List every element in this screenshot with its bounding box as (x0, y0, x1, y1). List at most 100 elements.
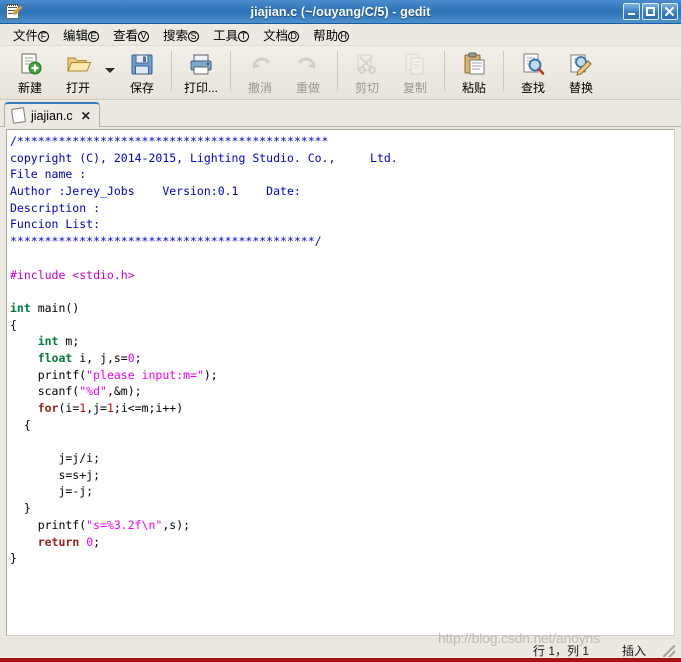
redo-arrow-icon (295, 51, 321, 77)
toolbar-button-label: 打开 (65, 81, 90, 95)
code-line: copyright (C), 2014-2015, Lighting Studi… (10, 150, 674, 167)
toolbar-separator (503, 51, 504, 91)
menu-item-7[interactable]: 帮助 H (306, 23, 356, 46)
code-token: printf( (10, 367, 87, 382)
code-line: int m; (10, 333, 674, 350)
menu-item-5[interactable]: 工具 T (206, 23, 256, 46)
source-code[interactable]: /***************************************… (7, 130, 674, 567)
code-line: float i, j,s=0; (10, 350, 674, 367)
window-controls (623, 3, 678, 20)
new-document-button[interactable]: 新建 (6, 49, 54, 97)
code-token: ****************************************… (10, 234, 322, 249)
toolbar-button-label: 打印... (183, 81, 218, 95)
menu-bar: 文件 F 编辑 E 查看 V 搜索 S 工具 T 文档 D 帮助 H (0, 24, 681, 46)
code-line: } (10, 550, 674, 567)
redo-arrow-button: 重做 (284, 49, 332, 97)
new-document-icon (17, 51, 43, 77)
tab-bar: jiajian.c ✕ (0, 100, 681, 127)
copy-icon (402, 51, 428, 77)
chevron-down-icon[interactable] (102, 49, 118, 97)
menu-item-4[interactable]: 搜索 S (156, 23, 206, 46)
menu-item-label: 搜索 (163, 29, 189, 43)
code-token: Author :Jerey_Jobs Version:0.1 Date: (10, 184, 301, 199)
file-document-icon (11, 107, 26, 124)
tab-jiajian-c[interactable]: jiajian.c ✕ (4, 102, 100, 127)
toolbar-separator (337, 51, 338, 91)
menu-item-label: 查看 (113, 29, 139, 43)
menu-item-label: 文档 (263, 29, 289, 43)
menu-accelerator: T (238, 31, 250, 42)
menu-accelerator: S (188, 31, 200, 42)
menu-item-label: 编辑 (63, 29, 89, 43)
toolbar-button-label: 查找 (520, 81, 545, 95)
cursor-position: 行 1，列 1 (532, 644, 590, 658)
code-token: printf( (10, 517, 87, 532)
menu-accelerator: D (288, 31, 300, 42)
code-token: int (10, 300, 31, 315)
toolbar-separator (444, 51, 445, 91)
code-token: #include <stdio.h> (10, 267, 135, 282)
menu-item-6[interactable]: 文档 D (256, 23, 306, 46)
print-button[interactable]: 打印... (177, 49, 225, 97)
code-token: File name : (10, 167, 87, 182)
menu-item-label: 文件 (13, 29, 39, 43)
menu-accelerator: F (38, 31, 50, 42)
menu-accelerator: E (88, 31, 100, 42)
paste-clipboard-button[interactable]: 粘贴 (450, 49, 498, 97)
toolbar-button-label: 保存 (129, 81, 154, 95)
code-token: return (37, 534, 80, 549)
menu-item-3[interactable]: 查看 V (106, 23, 156, 46)
resize-grip[interactable] (663, 644, 675, 657)
open-folder-icon (65, 51, 92, 77)
code-line: printf("s=%3.2f\n",s); (10, 517, 674, 534)
code-token: for (37, 401, 59, 415)
code-token: { (10, 417, 31, 432)
code-token: j=j/i; (10, 451, 101, 466)
code-token: ,s); (162, 517, 191, 532)
code-token: m; (58, 334, 80, 349)
code-token: { (10, 317, 17, 332)
code-line: for(i=1,j=1;i<=m;i++) (10, 400, 674, 417)
save-floppy-icon (129, 51, 155, 77)
code-token: ,&m); (106, 384, 142, 399)
code-token: 0 (127, 350, 135, 365)
code-line: s=s+j; (10, 467, 674, 484)
code-token: ); (203, 367, 218, 382)
maximize-icon[interactable] (642, 3, 659, 20)
code-token: main() (30, 300, 80, 315)
menu-item-2[interactable]: 编辑 E (56, 23, 106, 46)
close-icon[interactable] (661, 3, 678, 20)
replace-button[interactable]: 替换 (557, 49, 605, 97)
gedit-window: jiajian.c (~/ouyang/C/5) - gedit 文件 F 编辑 E 查… (0, 0, 681, 662)
code-line: /***************************************… (10, 133, 674, 150)
code-token: "%d" (79, 384, 107, 399)
toolbar-button-label: 替换 (568, 81, 593, 95)
code-token: s=s+j; (10, 467, 101, 482)
open-folder-button[interactable]: 打开 (54, 49, 102, 97)
status-badge: 插入 (621, 644, 646, 658)
code-line: } (10, 500, 674, 517)
code-line: j=j/i; (10, 450, 674, 467)
tab-close-icon[interactable]: ✕ (81, 110, 91, 122)
code-view[interactable]: /***************************************… (6, 129, 675, 636)
gedit-notepad-pencil-icon (4, 3, 23, 21)
menu-item-1[interactable]: 文件 F (6, 23, 56, 46)
save-floppy-button[interactable]: 保存 (118, 49, 166, 97)
code-token: 1 (106, 401, 114, 415)
undo-arrow-button: 撤消 (236, 49, 284, 97)
minimize-icon[interactable] (623, 3, 640, 20)
code-token: ; (93, 534, 101, 549)
toolbar-button-label: 重做 (295, 81, 320, 95)
code-token: i, j,s= (72, 350, 128, 365)
toolbar-button-label: 新建 (17, 81, 42, 95)
code-line: scanf("%d",&m); (10, 383, 674, 400)
code-line: Description : (10, 200, 674, 217)
code-token: } (10, 551, 17, 566)
find-magnifier-button[interactable]: 查找 (509, 49, 557, 97)
code-token: } (10, 501, 31, 516)
code-token: ; (134, 350, 142, 365)
